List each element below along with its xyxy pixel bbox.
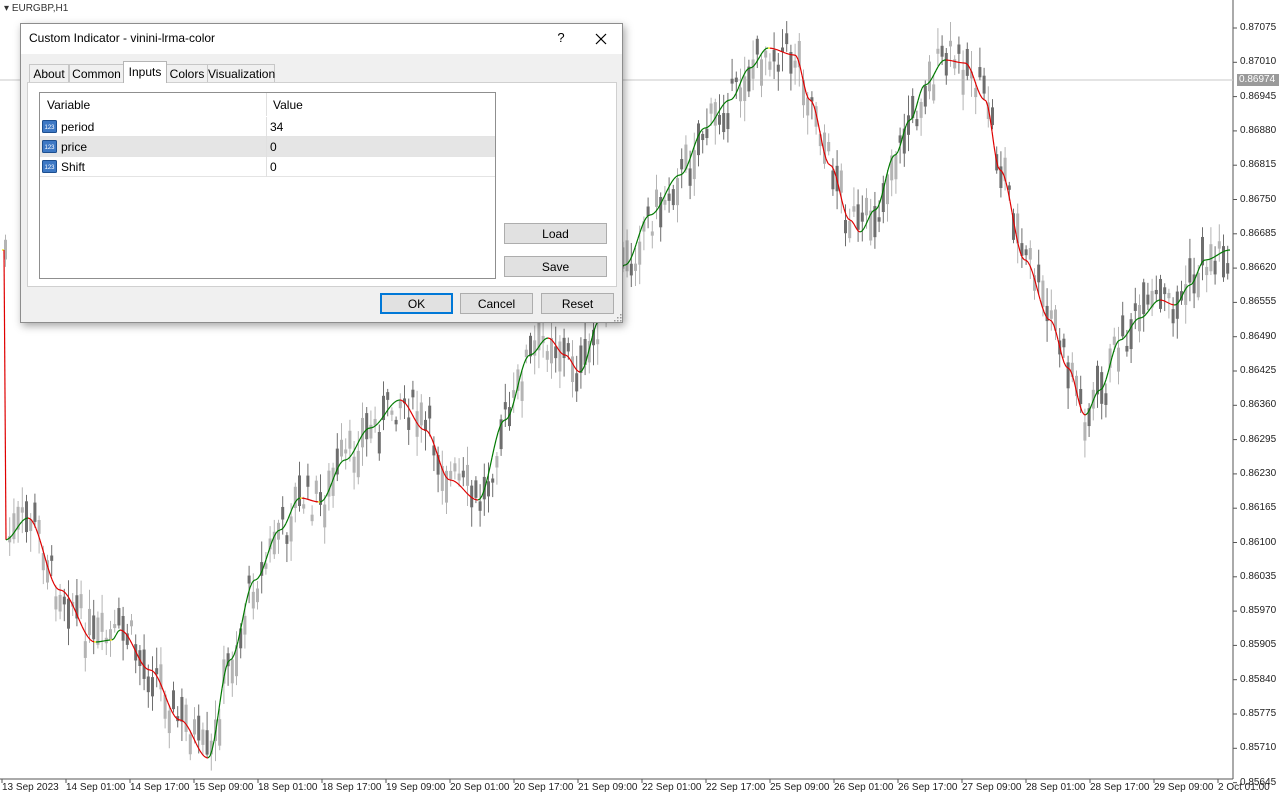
dialog-titlebar[interactable]: Custom Indicator - vinini-lrma-color ? <box>21 24 622 54</box>
price-axis-label: 0.86100 <box>1240 536 1277 548</box>
integer-icon: 123 <box>42 160 57 173</box>
load-button[interactable]: Load <box>504 223 607 244</box>
time-axis-label: 20 Sep 01:00 <box>450 782 510 793</box>
time-axis-label: 27 Sep 09:00 <box>962 782 1022 793</box>
time-axis-label: 14 Sep 01:00 <box>66 782 126 793</box>
price-axis-label: 0.86945 <box>1240 90 1277 102</box>
price-axis-label: 0.86815 <box>1240 159 1277 171</box>
price-axis-label: 0.86035 <box>1240 570 1277 582</box>
resize-grip-icon[interactable] <box>613 313 622 322</box>
price-axis-label: 0.86425 <box>1240 365 1277 376</box>
price-axis-label: 0.86230 <box>1240 467 1277 479</box>
price-axis-label: 0.85970 <box>1240 605 1277 617</box>
svg-text:123: 123 <box>44 125 55 131</box>
variable-value[interactable]: 34 <box>270 120 283 134</box>
time-axis-label: 29 Sep 09:00 <box>1154 782 1214 793</box>
price-axis-label: 0.86165 <box>1240 502 1277 514</box>
tab-inputs[interactable]: Inputs <box>123 61 167 83</box>
grid-header: Variable Value <box>40 93 495 116</box>
close-icon <box>595 33 607 45</box>
ok-button[interactable]: OK <box>380 293 453 314</box>
price-axis-label: 0.85840 <box>1240 673 1277 685</box>
cancel-button[interactable]: Cancel <box>460 293 533 314</box>
tab-visualization[interactable]: Visualization <box>207 64 275 82</box>
current-price-label: 0.86974 <box>1237 74 1279 86</box>
svg-text:123: 123 <box>44 165 55 171</box>
time-axis-label: 26 Sep 01:00 <box>834 782 894 793</box>
time-axis-label: 13 Sep 2023 <box>2 782 59 793</box>
time-axis-label: 19 Sep 09:00 <box>386 782 446 793</box>
time-axis-label: 28 Sep 17:00 <box>1090 782 1150 793</box>
time-axis-label: 22 Sep 17:00 <box>706 782 766 793</box>
time-axis-label: 20 Sep 17:00 <box>514 782 574 793</box>
variable-name: price <box>61 140 88 154</box>
close-button[interactable] <box>581 24 621 54</box>
price-axis-label: 0.86490 <box>1240 330 1277 342</box>
time-axis-label: 18 Sep 01:00 <box>258 782 318 793</box>
input-row-price[interactable]: 123 price 0 <box>40 137 495 157</box>
integer-icon: 123 <box>42 120 57 133</box>
dialog-title: Custom Indicator - vinini-lrma-color <box>29 31 216 45</box>
input-row-period[interactable]: 123 period 34 <box>40 117 495 137</box>
custom-indicator-dialog: Custom Indicator - vinini-lrma-color ? A… <box>20 23 623 323</box>
tab-common[interactable]: Common <box>69 64 124 82</box>
time-axis-label: 28 Sep 01:00 <box>1026 782 1086 793</box>
price-axis-label: 0.86295 <box>1240 433 1277 445</box>
save-button[interactable]: Save <box>504 256 607 277</box>
price-axis-label: 0.87075 <box>1240 22 1277 33</box>
inputs-grid[interactable]: Variable Value 123 period 34 123 price 0… <box>39 92 496 279</box>
price-axis-label: 0.85710 <box>1240 742 1277 754</box>
tab-about[interactable]: About <box>29 64 69 82</box>
time-axis-label: 15 Sep 09:00 <box>194 782 254 793</box>
price-axis-label: 0.86555 <box>1240 296 1277 308</box>
time-axis-label: 22 Sep 01:00 <box>642 782 702 793</box>
price-axis-label: 0.85905 <box>1240 639 1277 651</box>
variable-name: period <box>61 120 95 134</box>
price-axis-label: 0.86360 <box>1240 399 1277 411</box>
price-axis-label: 0.86685 <box>1240 227 1277 239</box>
help-button[interactable]: ? <box>543 24 579 54</box>
symbol-dropdown-icon[interactable]: ▾ <box>4 3 9 14</box>
price-axis-label: 0.87010 <box>1240 56 1277 68</box>
svg-text:123: 123 <box>44 145 55 151</box>
time-axis-label: 18 Sep 17:00 <box>322 782 382 793</box>
time-axis-label: 21 Sep 09:00 <box>578 782 638 793</box>
time-axis-label: 2 Oct 01:00 <box>1218 782 1270 793</box>
time-axis-label: 26 Sep 17:00 <box>898 782 958 793</box>
price-axis-label: 0.86750 <box>1240 193 1277 205</box>
symbol-label: ▾ EURGBP,H1 <box>4 3 68 14</box>
integer-icon: 123 <box>42 140 57 153</box>
variable-column-header[interactable]: Variable <box>47 98 90 112</box>
time-axis-label: 14 Sep 17:00 <box>130 782 190 793</box>
tab-colors[interactable]: Colors <box>166 64 208 82</box>
inputs-panel: Variable Value 123 period 34 123 price 0… <box>27 82 617 287</box>
value-column-header[interactable]: Value <box>273 98 303 112</box>
price-axis-label: 0.86620 <box>1240 262 1277 274</box>
reset-button[interactable]: Reset <box>541 293 614 314</box>
variable-name: Shift <box>61 160 86 174</box>
symbol-text: EURGBP,H1 <box>11 3 69 14</box>
variable-value[interactable]: 0 <box>270 160 277 174</box>
price-axis-label: 0.86880 <box>1240 124 1277 136</box>
variable-value[interactable]: 0 <box>270 140 277 154</box>
input-row-shift[interactable]: 123 Shift 0 <box>40 157 495 177</box>
price-axis-label: 0.85775 <box>1240 708 1277 719</box>
time-axis-label: 25 Sep 09:00 <box>770 782 830 793</box>
